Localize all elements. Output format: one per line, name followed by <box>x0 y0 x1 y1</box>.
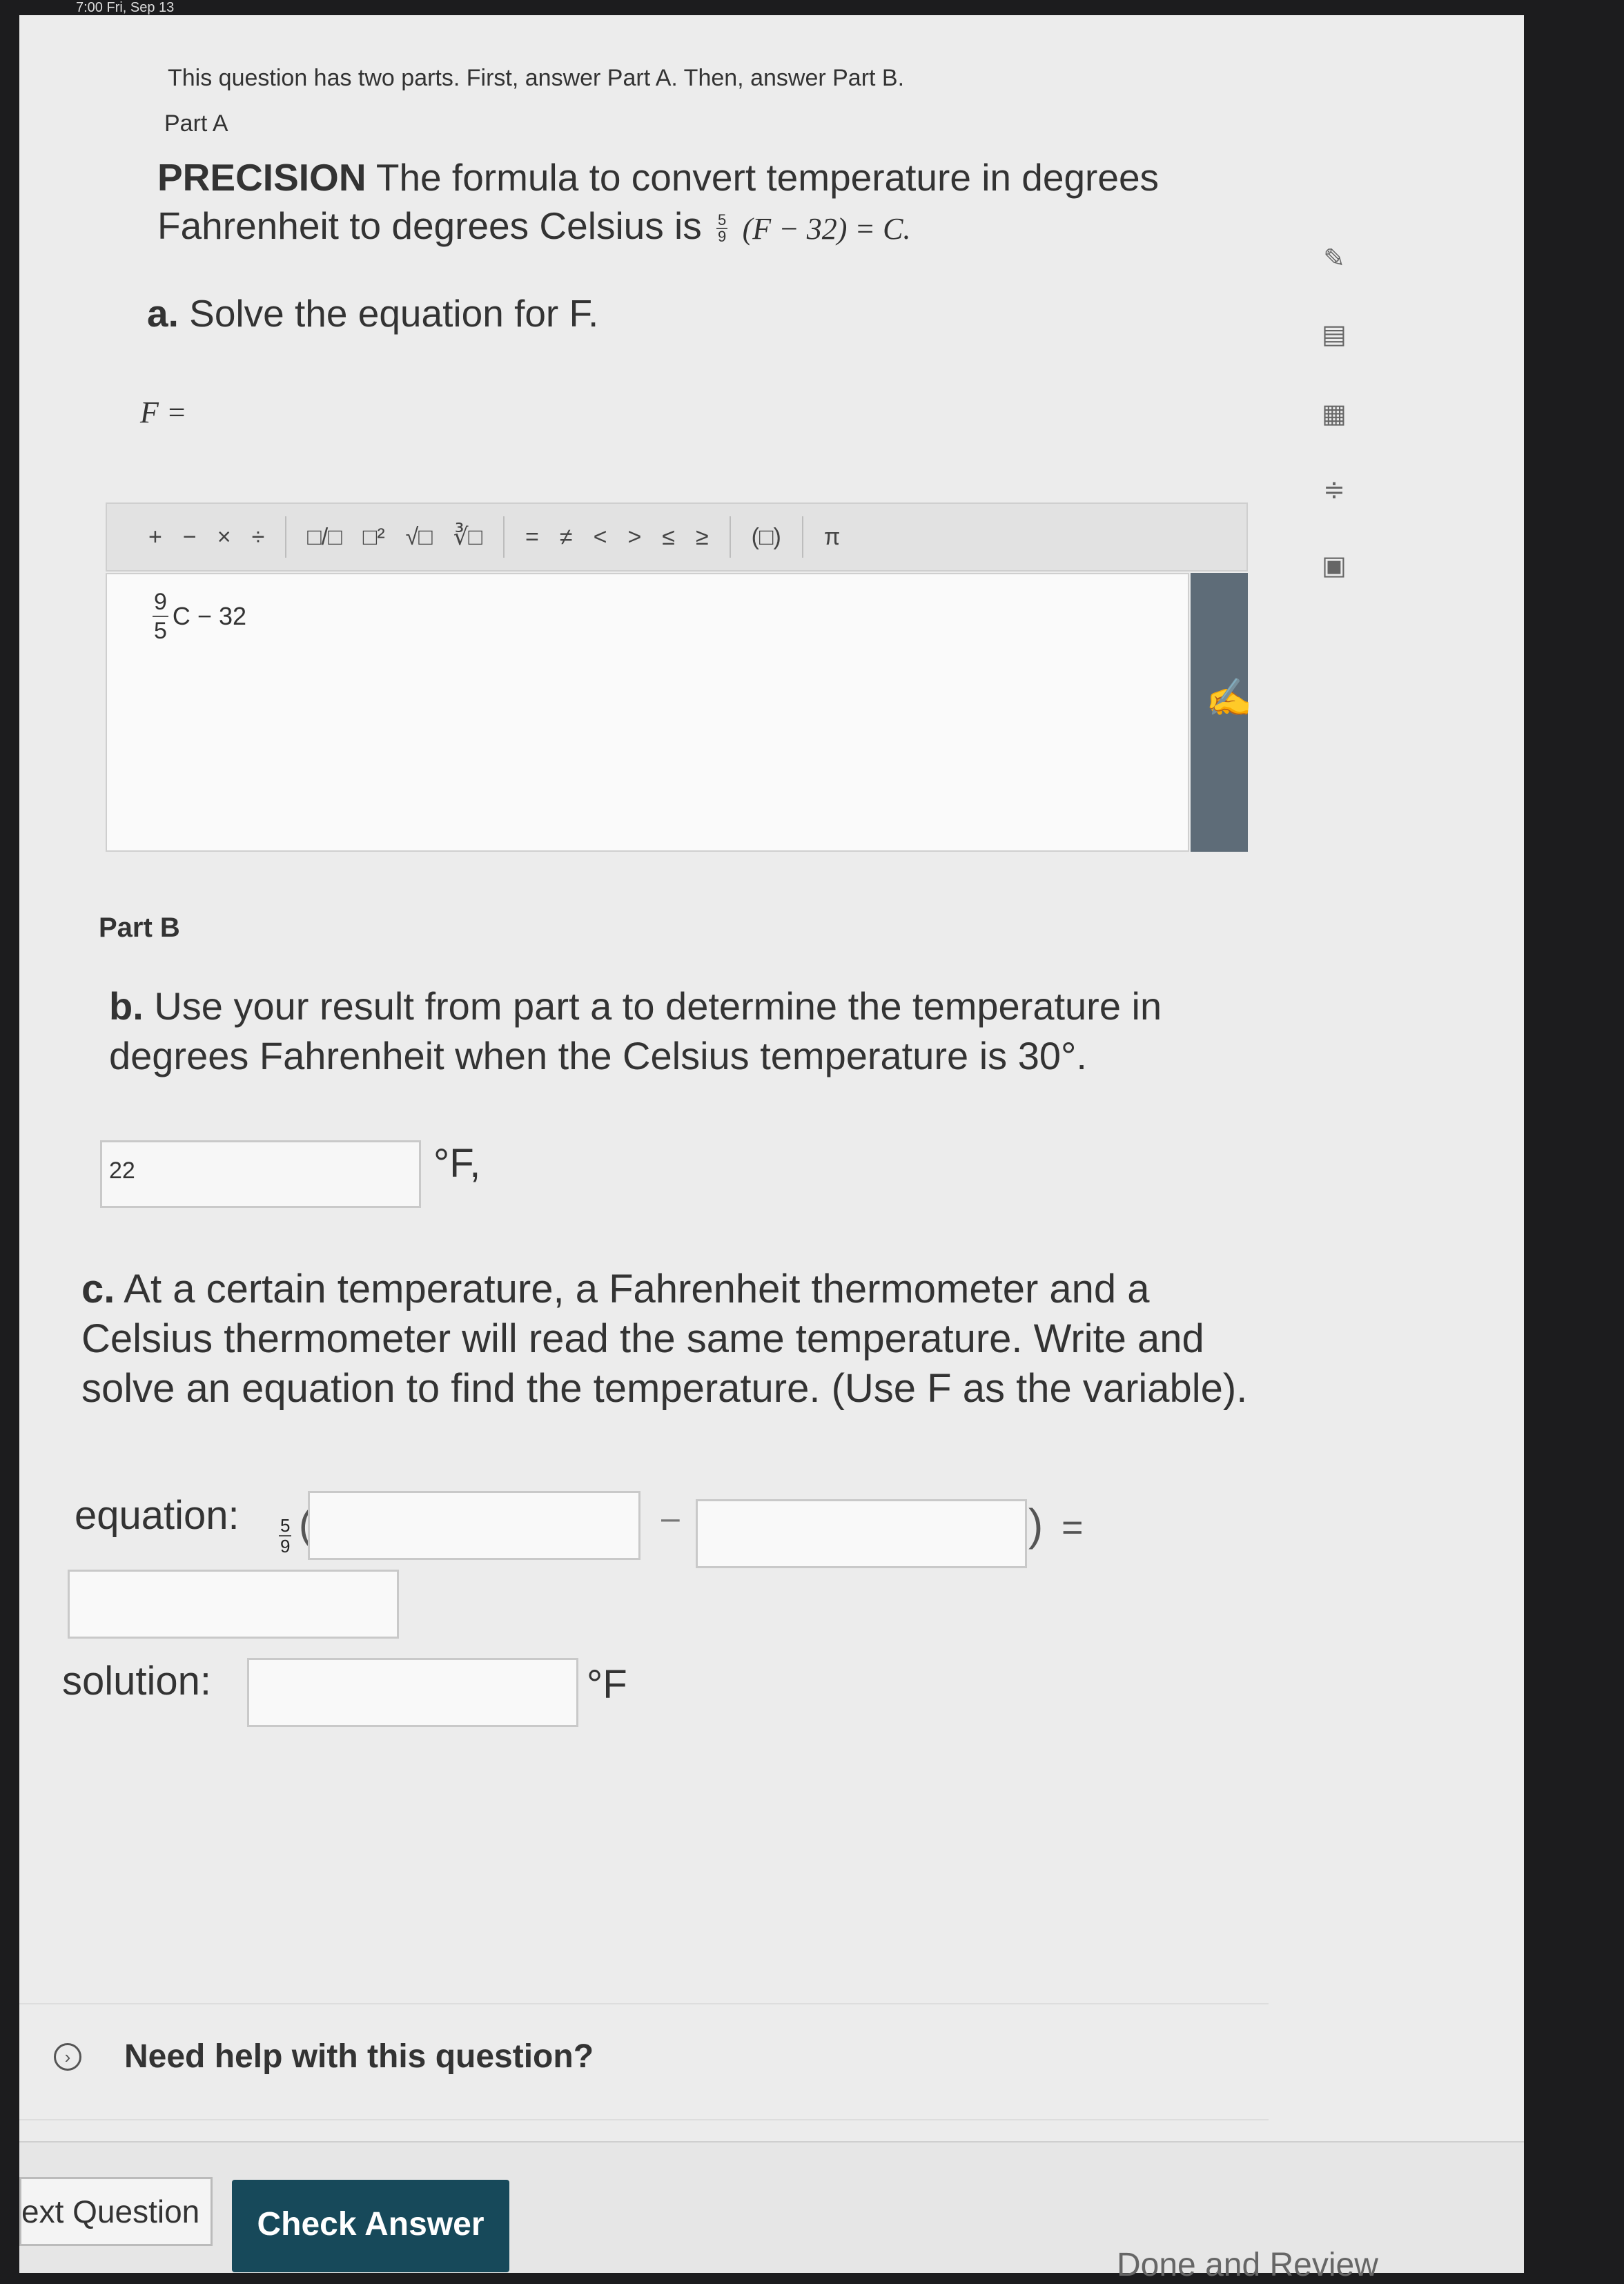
minus-button[interactable]: − <box>183 524 197 551</box>
less-equal-button[interactable]: ≤ <box>662 524 675 551</box>
nthroot-button[interactable]: ∛□ <box>453 523 482 551</box>
pencil-icon[interactable]: ✎ <box>1317 243 1351 277</box>
less-than-button[interactable]: < <box>594 524 607 551</box>
handwriting-toggle[interactable]: ✍ <box>1191 573 1252 852</box>
sqrt-button[interactable]: √□ <box>406 524 433 551</box>
fahrenheit-answer-input[interactable]: 22 <box>100 1140 421 1208</box>
divide-button[interactable]: ÷ <box>252 524 265 551</box>
greater-than-button[interactable]: > <box>627 524 641 551</box>
question-screen: This question has two parts. First, answ… <box>19 15 1524 2283</box>
not-equal-button[interactable]: ≠ <box>560 524 573 551</box>
solution-unit: °F <box>587 1662 627 1707</box>
toolbar-divider <box>285 516 287 558</box>
next-question-button[interactable]: ext Question <box>19 2177 213 2246</box>
device-status-bar: 7:00 Fri, Sep 13 <box>0 0 1624 15</box>
help-panel[interactable]: › Need help with this question? <box>19 2003 1269 2120</box>
formula-rest: (F − 32) = C. <box>742 212 911 246</box>
footer-bar: ext Question Check Answer Done and Revie… <box>19 2141 1524 2283</box>
formula-fraction: 5 9 <box>716 211 728 246</box>
formula-icon[interactable]: ≑ <box>1317 474 1351 509</box>
handwriting-icon: ✍ <box>1206 677 1253 719</box>
toolbar-divider <box>503 516 505 558</box>
equation-input-1[interactable] <box>308 1491 640 1560</box>
precision-title: PRECISION <box>157 156 366 199</box>
check-answer-button[interactable]: Check Answer <box>232 2180 509 2272</box>
answer-expression: 9 5 C − 32 <box>148 588 246 645</box>
pi-button[interactable]: π <box>824 524 840 551</box>
question-b: b. Use your result from part a to determ… <box>109 984 1162 1077</box>
solution-label: solution: <box>62 1659 212 1704</box>
help-text: Need help with this question? <box>124 2038 594 2075</box>
equation-equals: = <box>1062 1507 1084 1548</box>
equals-button[interactable]: = <box>525 524 539 551</box>
math-answer-editor[interactable]: 9 5 C − 32 <box>106 573 1189 852</box>
problem-statement: PRECISION The formula to convert tempera… <box>157 153 1248 253</box>
chevron-right-icon: › <box>54 2043 81 2071</box>
done-review-button[interactable]: Done and Review <box>1117 2246 1378 2284</box>
equation-input-3[interactable] <box>68 1570 399 1639</box>
equation-label: equation: <box>75 1493 239 1538</box>
close-paren: ) <box>1028 1500 1044 1550</box>
plus-button[interactable]: + <box>148 524 162 551</box>
power-button[interactable]: □² <box>363 524 385 551</box>
reference-icon[interactable]: ▣ <box>1317 550 1351 585</box>
status-time: 7:00 Fri, Sep 13 <box>76 0 175 15</box>
solution-input[interactable] <box>247 1658 578 1727</box>
equation-minus: – <box>661 1500 680 1536</box>
calculator-icon[interactable]: ▦ <box>1317 398 1351 433</box>
expression-rest: C − 32 <box>172 602 246 630</box>
fraction-button[interactable]: □/□ <box>307 524 342 551</box>
instructions: This question has two parts. First, answ… <box>168 65 905 91</box>
notes-icon[interactable]: ▤ <box>1317 319 1351 353</box>
part-a-label: Part A <box>164 110 228 137</box>
question-a: a. Solve the equation for F. <box>147 292 599 335</box>
expression-fraction: 9 5 <box>153 589 168 644</box>
parentheses-button[interactable]: (□) <box>752 524 781 551</box>
math-toolbar: + − × ÷ □/□ □² √□ ∛□ = ≠ < > ≤ ≥ (□) π <box>106 502 1248 572</box>
times-button[interactable]: × <box>217 524 231 551</box>
greater-equal-button[interactable]: ≥ <box>696 524 709 551</box>
equation-fraction: 5 9 ( <box>279 1501 313 1556</box>
toolbar-divider <box>729 516 731 558</box>
fahrenheit-unit: °F, <box>433 1141 481 1186</box>
toolbar-divider <box>801 516 803 558</box>
part-b-label: Part B <box>99 912 180 943</box>
answer-prefix: F = <box>140 396 187 429</box>
equation-input-2[interactable] <box>696 1499 1027 1568</box>
question-c: c. At a certain temperature, a Fahrenhei… <box>81 1267 1248 1411</box>
